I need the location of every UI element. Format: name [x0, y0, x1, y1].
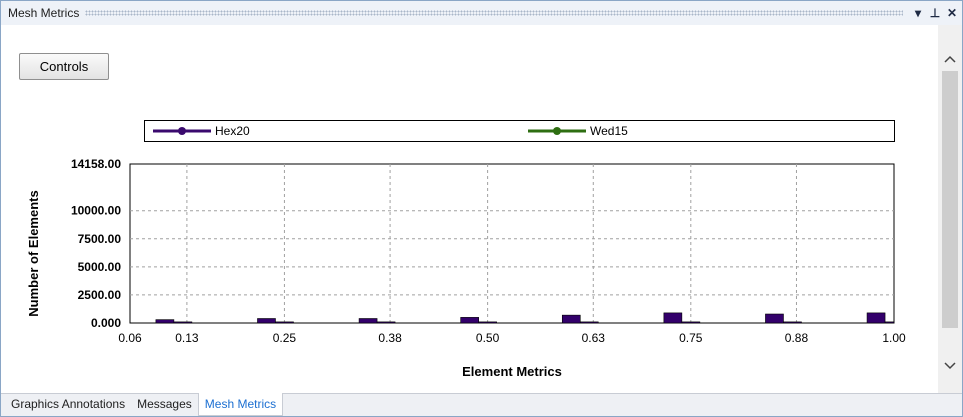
- bar-hex20: [257, 318, 276, 324]
- plot-area: [129, 163, 895, 324]
- y-axis-label: Number of Elements: [26, 190, 41, 316]
- bar-hex20: [663, 312, 683, 324]
- bar-wed15: [376, 321, 396, 324]
- dropdown-icon[interactable]: ▾: [911, 4, 925, 22]
- panel-content: Controls Hex20 Wed15 0.06 0.13 0.25 0.38 0.5…: [1, 25, 938, 393]
- bar-wed15: [681, 321, 701, 324]
- bar-hex20: [866, 312, 886, 324]
- bar-hex20: [358, 318, 378, 324]
- close-icon[interactable]: ✕: [945, 4, 959, 22]
- panel-titlebar: Mesh Metrics ▾ ⊥ ✕: [1, 1, 962, 25]
- bar-wed15: [478, 321, 497, 324]
- panel-title: Mesh Metrics: [8, 6, 80, 20]
- x-tick-label: 0.06: [118, 331, 142, 345]
- bar-hex20: [765, 313, 784, 324]
- x-tick-label: 0.13: [175, 331, 199, 345]
- x-tick-label: 0.75: [679, 331, 703, 345]
- scroll-up-icon[interactable]: [938, 49, 962, 69]
- x-tick-label: 0.50: [476, 331, 500, 345]
- bar-hex20: [460, 317, 479, 324]
- scroll-down-icon[interactable]: [938, 356, 962, 376]
- bar-wed15: [579, 321, 599, 324]
- bar-hex20: [561, 314, 581, 324]
- bar-wed15: [884, 321, 895, 324]
- element-metrics-chart: 0.06 0.13 0.25 0.38 0.50 0.63 0.75 0.88 1.00 0.00…: [26, 157, 906, 379]
- bar-wed15: [275, 321, 294, 324]
- titlebar-grip[interactable]: [85, 10, 903, 16]
- tab-mesh-metrics[interactable]: Mesh Metrics: [197, 393, 284, 416]
- pin-icon[interactable]: ⊥: [928, 4, 942, 22]
- x-tick-label: 0.63: [582, 331, 606, 345]
- y-tick-label: 2500.00: [78, 288, 122, 302]
- mesh-metrics-panel: Mesh Metrics ▾ ⊥ ✕ Controls Hex20 Wed15: [0, 0, 963, 417]
- bottom-tab-bar: Graphics Annotations Messages Mesh Metri…: [1, 393, 962, 416]
- x-tick-label: 0.25: [273, 331, 297, 345]
- x-tick-label: 0.38: [378, 331, 402, 345]
- y-tick-label: 7500.00: [78, 232, 122, 246]
- y-tick-label: 14158.00: [71, 157, 121, 171]
- tab-graphics-annotations[interactable]: Graphics Annotations: [5, 394, 131, 416]
- bar-hex20: [155, 319, 175, 324]
- y-tick-label: 10000.00: [71, 204, 121, 218]
- tab-messages[interactable]: Messages: [131, 394, 198, 416]
- x-axis-label: Element Metrics: [462, 364, 562, 379]
- x-tick-label: 1.00: [882, 331, 906, 345]
- x-tick-label: 0.88: [785, 331, 809, 345]
- scrollbar-thumb[interactable]: [942, 71, 958, 328]
- bar-wed15: [783, 321, 802, 324]
- vertical-scrollbar[interactable]: [938, 25, 962, 393]
- y-tick-label: 5000.00: [78, 260, 122, 274]
- y-tick-label: 0.000: [91, 316, 121, 330]
- bar-wed15: [173, 321, 193, 324]
